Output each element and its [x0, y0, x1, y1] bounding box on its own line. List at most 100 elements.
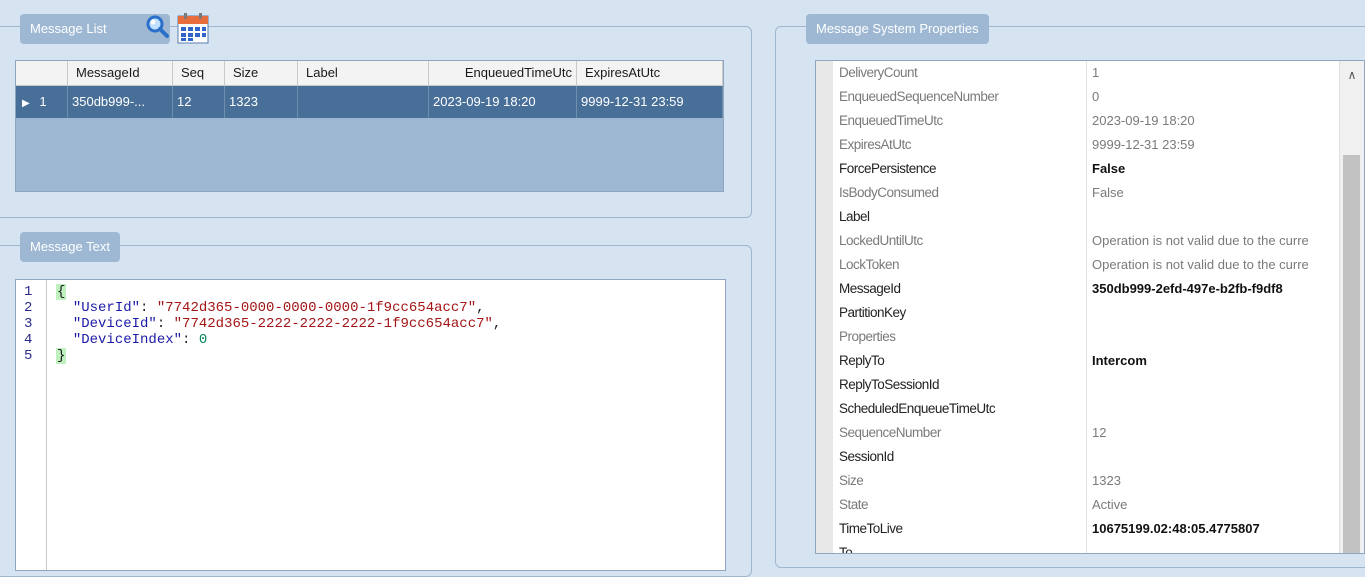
- open-brace: {: [56, 284, 67, 300]
- property-row[interactable]: State Active: [833, 493, 1340, 518]
- property-value[interactable]: [1086, 397, 1340, 421]
- message-text-editor[interactable]: 1 2 3 4 5 { "UserId": "7742d365-0000-000…: [15, 279, 726, 571]
- message-text-title: Message Text: [30, 239, 110, 254]
- column-header-enqueuedtimeutc[interactable]: EnqueuedTimeUtc: [429, 61, 577, 85]
- properties-title-box: Message System Properties: [806, 14, 989, 44]
- property-value[interactable]: 0: [1086, 85, 1340, 109]
- scrollbar-thumb[interactable]: [1343, 155, 1360, 553]
- property-name: SequenceNumber: [839, 425, 941, 440]
- property-name: LockToken: [839, 257, 900, 272]
- property-row[interactable]: TimeToLive 10675199.02:48:05.4775807: [833, 517, 1340, 542]
- property-row[interactable]: EnqueuedTimeUtc 2023-09-19 18:20: [833, 109, 1340, 134]
- cell-seq[interactable]: 12: [173, 86, 225, 118]
- property-name: EnqueuedSequenceNumber: [839, 89, 999, 104]
- line-number: 5: [24, 348, 33, 364]
- property-row[interactable]: SequenceNumber 12: [833, 421, 1340, 446]
- property-value[interactable]: False: [1086, 181, 1340, 205]
- property-row[interactable]: SessionId: [833, 445, 1340, 470]
- code-line-1: {: [56, 284, 67, 300]
- property-name: LockedUntilUtc: [839, 233, 923, 248]
- row-indicator-icon: ▶: [22, 98, 30, 109]
- property-row[interactable]: IsBodyConsumed False: [833, 181, 1340, 206]
- chevron-up-icon[interactable]: ∧: [1340, 65, 1364, 85]
- column-header-expiresatutc[interactable]: ExpiresAtUtc: [577, 61, 723, 85]
- property-name: To: [839, 545, 853, 554]
- column-header-size[interactable]: Size: [225, 61, 298, 85]
- property-value[interactable]: 9999-12-31 23:59: [1086, 133, 1340, 157]
- property-row[interactable]: MessageId 350db999-2efd-497e-b2fb-f9df8: [833, 277, 1340, 302]
- column-header-label[interactable]: Label: [298, 61, 429, 85]
- property-value[interactable]: 2023-09-19 18:20: [1086, 109, 1340, 133]
- json-key-userid: "UserId": [72, 300, 141, 316]
- code-line-5: }: [56, 348, 67, 364]
- json-value-deviceid: "7742d365-2222-2222-2222-1f9cc654acc7": [173, 316, 493, 332]
- column-header-messageid[interactable]: MessageId: [68, 61, 173, 85]
- json-key-deviceindex: "DeviceIndex": [72, 332, 183, 348]
- property-value[interactable]: 1323: [1086, 469, 1340, 493]
- property-name: Properties: [839, 329, 896, 344]
- property-value[interactable]: [1086, 541, 1340, 553]
- property-value[interactable]: False: [1086, 157, 1340, 181]
- row-number: 1: [39, 94, 47, 109]
- message-list-grid[interactable]: MessageId Seq Size Label EnqueuedTimeUtc…: [15, 60, 724, 192]
- row-header[interactable]: ▶ 1: [16, 86, 68, 118]
- message-text-title-box: Message Text: [20, 232, 120, 262]
- property-value[interactable]: 350db999-2efd-497e-b2fb-f9df8: [1086, 277, 1340, 301]
- cell-expiresatutc[interactable]: 9999-12-31 23:59: [577, 86, 723, 118]
- property-value[interactable]: 1: [1086, 61, 1340, 85]
- magnifier-icon[interactable]: [144, 13, 170, 39]
- property-value[interactable]: [1086, 445, 1340, 469]
- column-header-seq[interactable]: Seq: [173, 61, 225, 85]
- property-row[interactable]: ReplyToSessionId: [833, 373, 1340, 398]
- grid-header: MessageId Seq Size Label EnqueuedTimeUtc…: [16, 61, 723, 86]
- property-name: State: [839, 497, 869, 512]
- property-name: Label: [839, 209, 870, 224]
- property-row[interactable]: Label: [833, 205, 1340, 230]
- property-value[interactable]: 10675199.02:48:05.4775807: [1086, 517, 1340, 541]
- property-name: EnqueuedTimeUtc: [839, 113, 943, 128]
- property-name: ExpiresAtUtc: [839, 137, 912, 152]
- property-row[interactable]: LockToken Operation is not valid due to t…: [833, 253, 1340, 278]
- property-name: ReplyToSessionId: [839, 377, 940, 392]
- property-value[interactable]: Intercom: [1086, 349, 1340, 373]
- grid-corner: [16, 61, 68, 85]
- properties-grid[interactable]: DeliveryCount 1 EnqueuedSequenceNumber 0 Enq…: [815, 60, 1365, 554]
- property-name: SessionId: [839, 449, 894, 464]
- property-row[interactable]: To: [833, 541, 1340, 554]
- property-row[interactable]: LockedUntilUtc Operation is not valid due…: [833, 229, 1340, 254]
- property-value[interactable]: [1086, 301, 1340, 325]
- property-value[interactable]: Active: [1086, 493, 1340, 517]
- property-name: IsBodyConsumed: [839, 185, 939, 200]
- json-value-deviceindex: 0: [198, 332, 208, 348]
- property-value[interactable]: Operation is not valid due to the curre: [1086, 229, 1340, 253]
- code-line-2: "UserId": "7742d365-0000-0000-0000-1f9cc…: [72, 300, 485, 316]
- cell-enqueuedtimeutc[interactable]: 2023-09-19 18:20: [429, 86, 577, 118]
- code-line-3: "DeviceId": "7742d365-2222-2222-2222-1f9…: [72, 316, 502, 332]
- property-name: ReplyTo: [839, 353, 885, 368]
- property-row[interactable]: Properties: [833, 325, 1340, 350]
- property-value[interactable]: [1086, 325, 1340, 349]
- property-value[interactable]: Operation is not valid due to the curre: [1086, 253, 1340, 277]
- property-row[interactable]: DeliveryCount 1: [833, 61, 1340, 86]
- calendar-icon[interactable]: [176, 11, 210, 45]
- property-name: ForcePersistence: [839, 161, 937, 176]
- property-row[interactable]: Size 1323: [833, 469, 1340, 494]
- property-row[interactable]: ScheduledEnqueueTimeUtc: [833, 397, 1340, 422]
- property-row[interactable]: PartitionKey: [833, 301, 1340, 326]
- property-value[interactable]: [1086, 373, 1340, 397]
- line-number: 3: [24, 316, 33, 332]
- vertical-scrollbar[interactable]: ∧: [1339, 61, 1364, 553]
- code-line-4: "DeviceIndex": 0: [72, 332, 208, 348]
- property-value[interactable]: [1086, 205, 1340, 229]
- property-row[interactable]: ForcePersistence False: [833, 157, 1340, 182]
- table-row[interactable]: ▶ 1 350db999-... 12 1323 2023-09-19 18:2…: [16, 86, 723, 118]
- cell-messageid[interactable]: 350db999-...: [68, 86, 173, 118]
- property-value[interactable]: 12: [1086, 421, 1340, 445]
- cell-size[interactable]: 1323: [225, 86, 298, 118]
- line-number: 2: [24, 300, 33, 316]
- property-grid-margin: [816, 61, 833, 553]
- property-row[interactable]: EnqueuedSequenceNumber 0: [833, 85, 1340, 110]
- property-row[interactable]: ReplyTo Intercom: [833, 349, 1340, 374]
- cell-label[interactable]: [298, 86, 429, 118]
- property-row[interactable]: ExpiresAtUtc 9999-12-31 23:59: [833, 133, 1340, 158]
